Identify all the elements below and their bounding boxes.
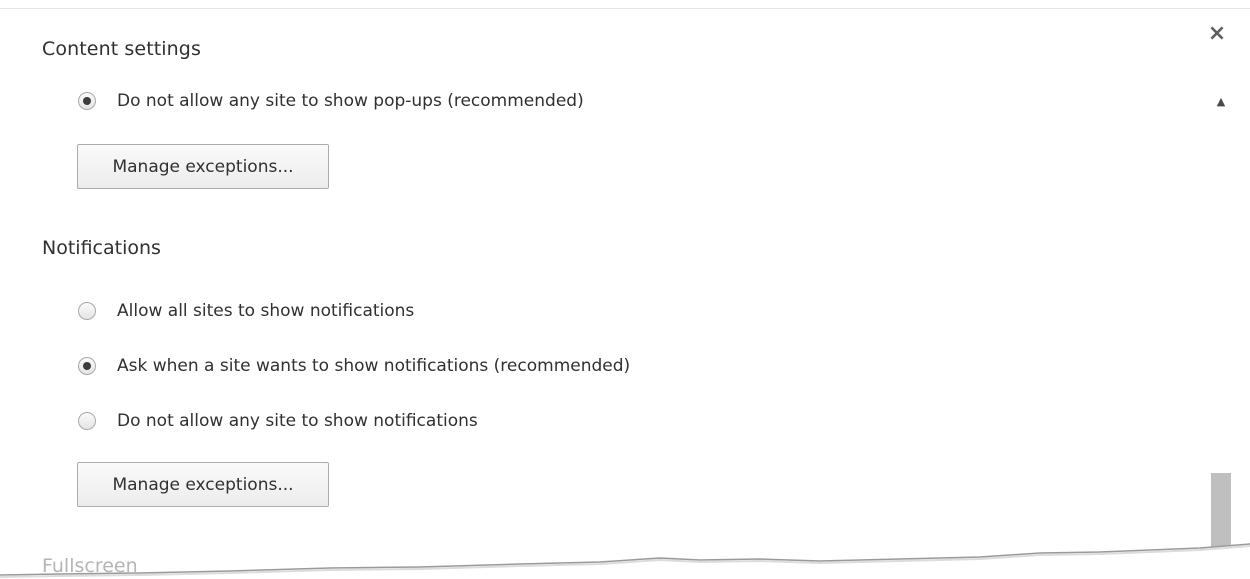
notifications-manage-exceptions-button[interactable]: Manage exceptions... xyxy=(77,462,329,507)
radio-button-icon[interactable] xyxy=(78,302,96,320)
content-settings-dialog: Content settings × Do not allow any site… xyxy=(0,0,1250,579)
radio-notifications-ask[interactable]: Ask when a site wants to show notificati… xyxy=(78,353,630,379)
scroll-up-arrow-icon[interactable]: ▲ xyxy=(1210,90,1232,112)
torn-edge-decoration xyxy=(0,543,1250,579)
radio-label: Allow all sites to show notifications xyxy=(117,301,415,321)
radio-popups-block[interactable]: Do not allow any site to show pop-ups (r… xyxy=(78,88,584,114)
radio-notifications-allow[interactable]: Allow all sites to show notifications xyxy=(78,298,414,324)
popups-manage-exceptions-button[interactable]: Manage exceptions... xyxy=(77,144,329,189)
radio-label: Ask when a site wants to show notificati… xyxy=(117,356,631,376)
radio-notifications-block[interactable]: Do not allow any site to show notificati… xyxy=(78,408,478,434)
dialog-title: Content settings xyxy=(42,38,201,60)
notifications-heading: Notifications xyxy=(42,237,161,259)
vertical-scrollbar[interactable]: ▲ xyxy=(1210,90,1232,579)
radio-label: Do not allow any site to show pop-ups (r… xyxy=(117,91,584,111)
radio-button-checked-icon[interactable] xyxy=(78,92,96,110)
top-divider xyxy=(0,8,1250,9)
radio-button-icon[interactable] xyxy=(78,412,96,430)
radio-button-checked-icon[interactable] xyxy=(78,357,96,375)
radio-label: Do not allow any site to show notificati… xyxy=(117,411,478,431)
close-icon[interactable]: × xyxy=(1204,20,1230,46)
